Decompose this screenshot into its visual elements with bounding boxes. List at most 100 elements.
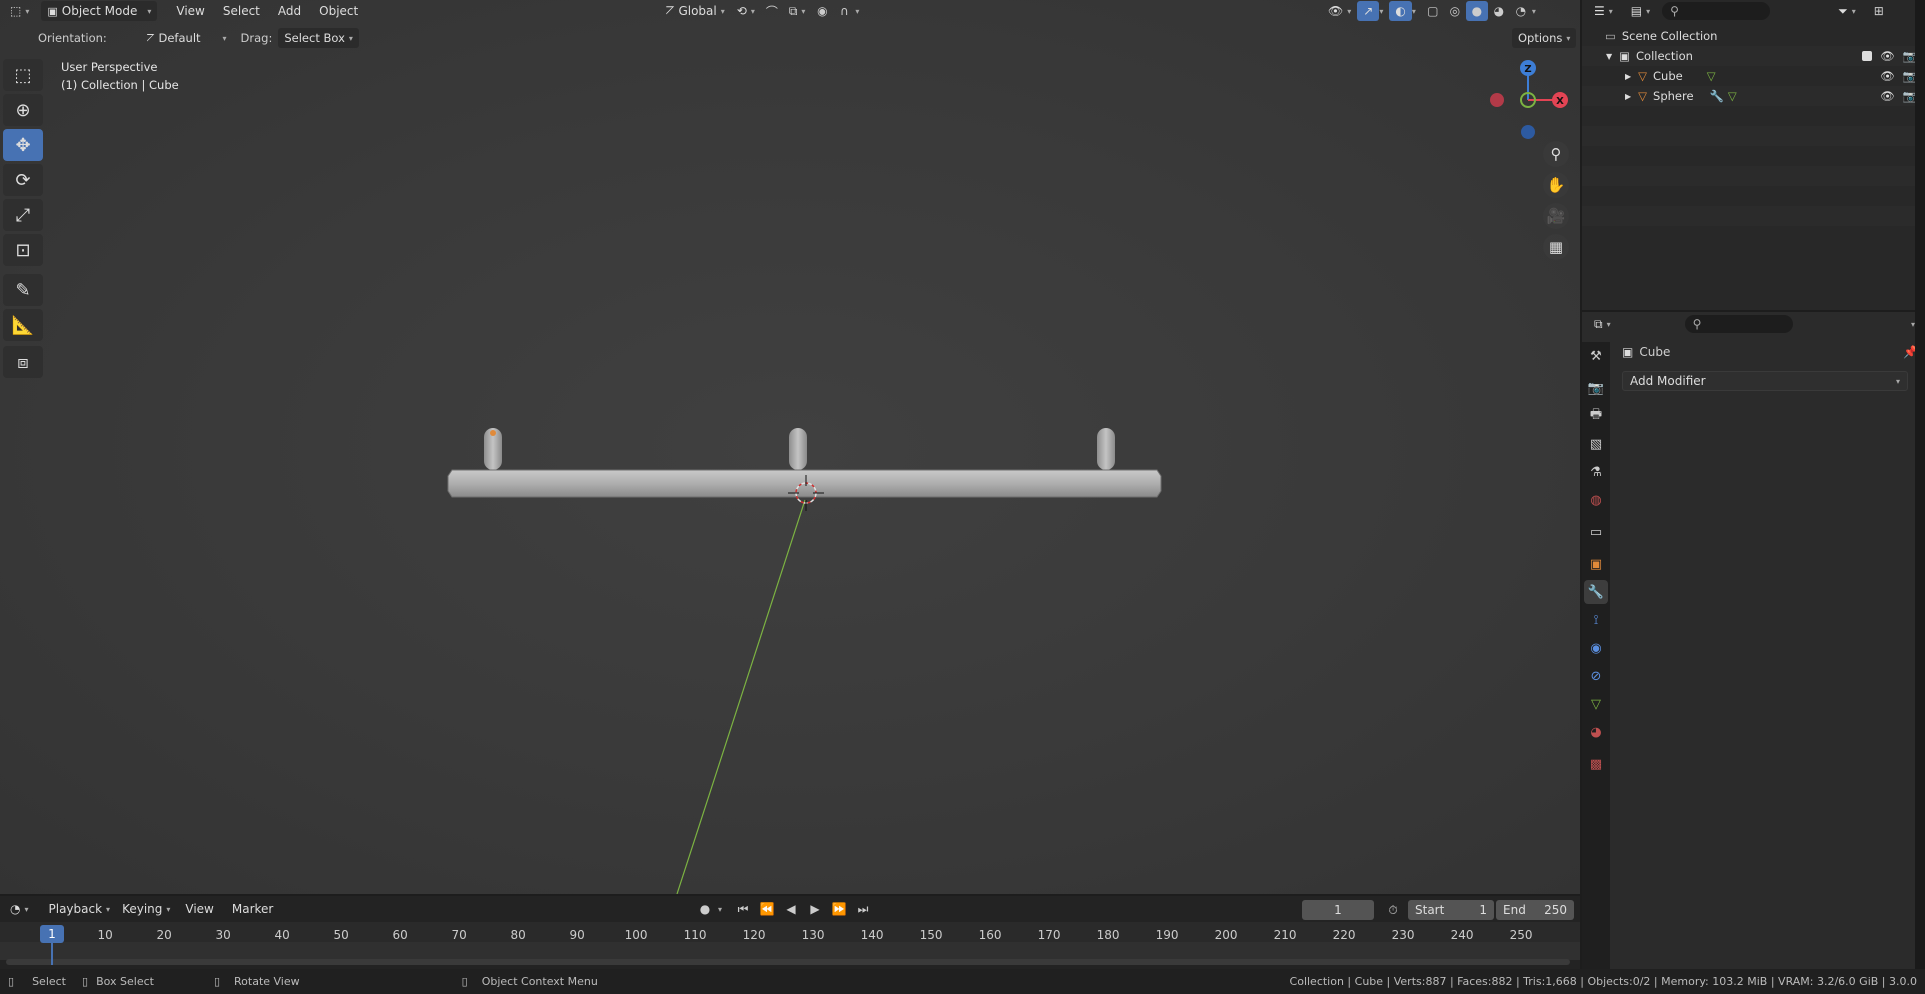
properties-panel: ⧉ ▾ ⚲ ▾ ⚒ 📷 🖶 ▧ ⚗ ◍ ▭ ▣ 🔧 ⟟ ◉ ⊘ ▽ ◕ ▩ ▣ C…	[1582, 312, 1925, 969]
perspective-toggle-icon[interactable]: ▦	[1543, 234, 1569, 260]
timeline-marker-menu[interactable]: Marker	[223, 902, 282, 916]
chevron-down-icon: ▾	[1646, 6, 1651, 16]
start-label: Start	[1415, 903, 1445, 917]
object-tab-icon[interactable]: ▣	[1584, 552, 1608, 576]
world-tab-icon[interactable]: ◍	[1584, 488, 1608, 512]
scene-tab-icon[interactable]: ⚗	[1584, 460, 1608, 484]
jump-start-icon[interactable]: ⏮	[732, 899, 754, 919]
constraints-tab-icon[interactable]: ⊘	[1584, 664, 1608, 688]
start-value: 1	[1479, 903, 1487, 917]
play-reverse-icon[interactable]: ◀	[780, 899, 802, 919]
gizmo-neg-x-axis[interactable]	[1490, 93, 1504, 107]
properties-search-input[interactable]: ⚲	[1684, 315, 1793, 333]
outliner-row-cube[interactable]: ▶ ▽ Cube ▽ 👁 📷	[1582, 66, 1925, 86]
frame-tick-label: 230	[1391, 928, 1415, 942]
physics-tab-icon[interactable]: ◉	[1584, 636, 1608, 660]
material-tab-icon[interactable]: ◕	[1584, 720, 1608, 744]
exclude-checkbox[interactable]	[1862, 51, 1873, 61]
peg-middle	[789, 428, 807, 470]
eye-icon[interactable]: 👁	[1880, 89, 1895, 103]
gizmo-neg-z-axis[interactable]	[1521, 125, 1535, 139]
origin-dot	[490, 430, 496, 436]
3d-viewport[interactable]: ⬚ ▾ ▣ Object Mode ▾ View Select Add Objec…	[0, 0, 1580, 894]
chevron-down-icon: ▾	[166, 904, 171, 914]
gizmo-z-label: Z	[1524, 64, 1531, 75]
output-tab-icon[interactable]: 🖶	[1584, 404, 1608, 428]
editor-type-dropdown[interactable]: ☰ ▾	[1588, 1, 1619, 21]
scene-canvas[interactable]	[0, 0, 1580, 894]
collection-icon: ▣	[1619, 49, 1631, 63]
frame-tick-label: 100	[624, 928, 648, 942]
playback-menu[interactable]: Playback ▾	[43, 899, 117, 919]
display-mode-dropdown[interactable]: ▤ ▾	[1625, 1, 1656, 21]
current-frame-field[interactable]: 1	[1302, 900, 1374, 920]
properties-tabs: ⚒ 📷 🖶 ▧ ⚗ ◍ ▭ ▣ 🔧 ⟟ ◉ ⊘ ▽ ◕ ▩	[1582, 342, 1610, 969]
jump-end-icon[interactable]: ⏭	[852, 899, 874, 919]
add-modifier-dropdown[interactable]: Add Modifier ▾	[1622, 371, 1908, 391]
modifier-tab-icon[interactable]: 🔧	[1584, 580, 1608, 604]
y-axis-line	[676, 499, 806, 894]
tool-tab-icon[interactable]: ⚒	[1584, 344, 1608, 368]
properties-icon: ⧉	[1594, 316, 1603, 331]
filter-dropdown[interactable]: ⏷ ▾	[1832, 1, 1862, 21]
auto-key-record-icon[interactable]: ●	[694, 899, 716, 919]
frame-tick-label: 50	[333, 928, 349, 942]
chevron-down-icon: ▾	[1895, 376, 1900, 386]
right-edge-divider	[1915, 0, 1925, 969]
view-layer-tab-icon[interactable]: ▧	[1584, 432, 1608, 456]
frame-tick-label: 250	[1509, 928, 1533, 942]
prev-keyframe-icon[interactable]: ⏪	[756, 899, 778, 919]
particles-tab-icon[interactable]: ⟟	[1584, 608, 1608, 632]
keyframe-track[interactable]	[0, 942, 1580, 960]
frame-tick-label: 150	[919, 928, 943, 942]
chevron-down-icon: ▾	[1606, 319, 1611, 329]
preview-range-icon[interactable]: ⏱	[1382, 900, 1404, 920]
collection-tab-icon[interactable]: ▭	[1584, 520, 1608, 544]
playhead-frame-badge[interactable]: 1	[40, 925, 64, 943]
object-label: Sphere	[1653, 89, 1694, 103]
mouse-middle-icon: ▯	[213, 975, 221, 988]
chevron-down-icon: ▾	[24, 904, 29, 914]
timeline-view-menu[interactable]: View	[176, 902, 222, 916]
eye-icon[interactable]: 👁	[1880, 49, 1895, 63]
zoom-icon[interactable]: ⚲	[1543, 141, 1569, 167]
navigation-gizmo[interactable]: Z X	[1480, 55, 1580, 145]
eye-icon[interactable]: 👁	[1880, 69, 1895, 83]
outliner-search-input[interactable]: ⚲	[1662, 2, 1771, 20]
chevron-down-icon: ▾	[106, 904, 111, 914]
keying-menu[interactable]: Keying ▾	[116, 899, 176, 919]
pan-hand-icon[interactable]: ✋	[1543, 172, 1569, 198]
outliner-row-sphere[interactable]: ▶ ▽ Sphere 🔧 ▽ 👁 📷	[1582, 86, 1925, 106]
mesh-object-icon: ▽	[1638, 69, 1648, 83]
frame-tick-label: 240	[1450, 928, 1474, 942]
object-label: Cube	[1653, 69, 1683, 83]
frame-tick-label: 90	[569, 928, 585, 942]
end-frame-field[interactable]: End 250	[1496, 900, 1574, 920]
frame-tick-label: 10	[97, 928, 113, 942]
mesh-data-icon: ▽	[1706, 69, 1716, 83]
outliner-row-scene-collection[interactable]: ▭ Scene Collection	[1582, 26, 1925, 46]
frame-tick-label: 170	[1037, 928, 1061, 942]
editor-type-dropdown[interactable]: ◔ ▾	[4, 899, 35, 919]
render-tab-icon[interactable]: 📷	[1584, 376, 1608, 400]
next-keyframe-icon[interactable]: ⏩	[828, 899, 850, 919]
start-frame-field[interactable]: Start 1	[1408, 900, 1494, 920]
outliner-icon: ☰	[1594, 4, 1605, 18]
camera-view-icon[interactable]: 🎥	[1543, 203, 1569, 229]
frame-tick-label: 200	[1214, 928, 1238, 942]
new-collection-icon[interactable]: ⊞	[1868, 1, 1890, 21]
data-tab-icon[interactable]: ▽	[1584, 692, 1608, 716]
play-icon[interactable]: ▶	[804, 899, 826, 919]
frame-tick-label: 70	[451, 928, 467, 942]
scene-statistics: Collection | Cube | Verts:887 | Faces:88…	[1289, 975, 1917, 988]
outliner-tree: ▭ Scene Collection ▼ ▣ Collection 👁 📷 ▶ …	[1582, 26, 1925, 246]
display-mode-icon: ▤	[1630, 4, 1643, 18]
wrench-icon: 🔧	[1709, 89, 1724, 103]
editor-type-dropdown[interactable]: ⧉ ▾	[1588, 314, 1617, 334]
timeline-scrollbar[interactable]	[6, 959, 1570, 965]
frame-tick-label: 20	[156, 928, 172, 942]
chevron-down-icon: ▾	[1851, 6, 1856, 16]
outliner-row-collection[interactable]: ▼ ▣ Collection 👁 📷	[1582, 46, 1925, 66]
texture-tab-icon[interactable]: ▩	[1584, 752, 1608, 776]
frame-tick-label: 190	[1155, 928, 1179, 942]
